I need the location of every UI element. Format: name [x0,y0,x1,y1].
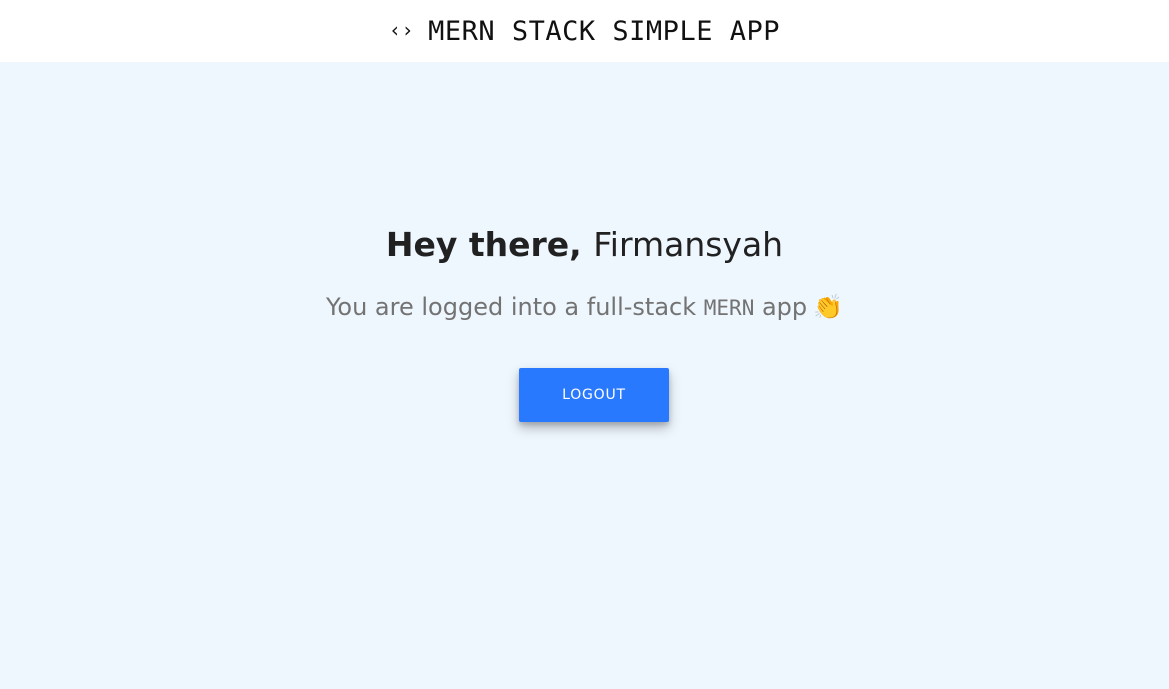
brand-link[interactable]: ‹› MERN STACK SIMPLE APP [389,16,780,47]
code-brackets-icon: ‹› [389,18,415,42]
brand-title: MERN STACK SIMPLE APP [428,15,780,47]
greeting-heading: Hey there, Firmansyah [0,225,1169,265]
main-content: Hey there, Firmansyah You are logged int… [0,62,1169,689]
user-name: Firmansyah [593,225,784,264]
subtitle-text-after: app [754,293,808,321]
clapping-hands-icon: 👏 [813,293,844,321]
logged-in-message: You are logged into a full-stack MERN ap… [0,293,1169,322]
logout-button[interactable]: LOGOUT [519,368,669,422]
subtitle-text-before: You are logged into a full-stack [325,293,704,321]
greeting-prefix: Hey there, [385,225,582,264]
navbar: ‹› MERN STACK SIMPLE APP [0,0,1169,62]
mern-code-label: MERN [703,296,755,320]
